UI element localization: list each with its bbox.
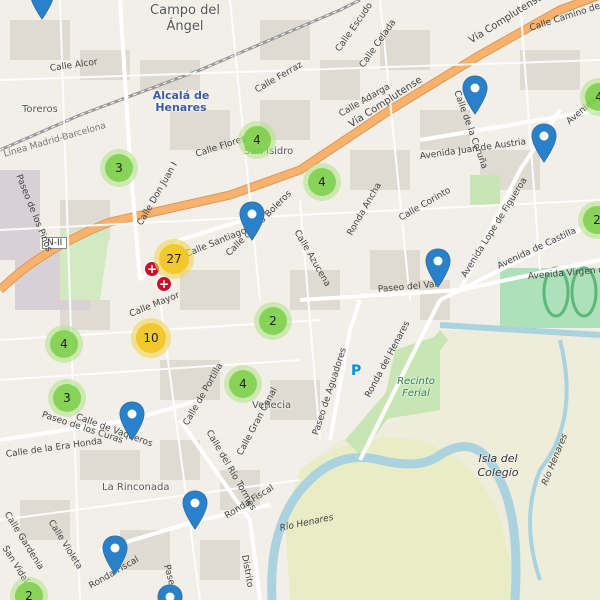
map-pin-icon[interactable]: [425, 248, 451, 288]
marker-cluster[interactable]: 3: [48, 379, 86, 417]
parking-icon: P: [351, 363, 362, 379]
marker-cluster[interactable]: 3: [100, 149, 138, 187]
map-pin-icon[interactable]: [119, 401, 145, 441]
cluster-count: 3: [105, 154, 133, 182]
map-canvas[interactable]: Campo del Ángel Alcalá de Henares Torero…: [0, 0, 600, 600]
place-label-campo-del-angel-text: Campo del Ángel: [150, 3, 220, 34]
marker-cluster[interactable]: 27: [154, 239, 194, 279]
place-label-toreros: Toreros: [22, 104, 58, 115]
cluster-count: 4: [243, 126, 271, 154]
cluster-count: 4: [585, 83, 600, 111]
map-pin-icon[interactable]: [239, 201, 265, 241]
map-pin-icon[interactable]: [29, 0, 55, 20]
cluster-count: 2: [259, 307, 287, 335]
map-base-layer: [0, 0, 600, 600]
map-pin-icon[interactable]: [157, 584, 183, 600]
cluster-count: 2: [15, 582, 43, 600]
marker-cluster[interactable]: 10: [131, 318, 171, 358]
place-label-la-rinconada: La Rinconada: [102, 482, 170, 493]
marker-cluster[interactable]: 4: [303, 163, 341, 201]
map-pin-icon[interactable]: [182, 490, 208, 530]
map-pin-icon[interactable]: [531, 123, 557, 163]
map-pin-icon[interactable]: [462, 75, 488, 115]
cluster-count: 2: [583, 206, 600, 234]
city-label-alcala: Alcalá de Henares: [152, 89, 210, 114]
place-label-isla-del-colegio: Isla del Colegio: [477, 452, 519, 479]
place-label-recinto-ferial: Recinto Ferial: [397, 376, 435, 399]
marker-cluster[interactable]: 4: [224, 365, 262, 403]
cluster-count: 4: [308, 168, 336, 196]
map-pin-icon[interactable]: [102, 535, 128, 575]
cluster-count: 4: [229, 370, 257, 398]
cluster-count: 27: [159, 244, 189, 274]
marker-cluster[interactable]: 4: [238, 121, 276, 159]
place-label-campo-del-angel: Campo del Ángel: [150, 3, 220, 35]
marker-cluster[interactable]: 4: [45, 325, 83, 363]
cluster-count: 4: [50, 330, 78, 358]
cluster-count: 3: [53, 384, 81, 412]
marker-cluster[interactable]: 2: [254, 302, 292, 340]
cluster-count: 10: [136, 323, 166, 353]
